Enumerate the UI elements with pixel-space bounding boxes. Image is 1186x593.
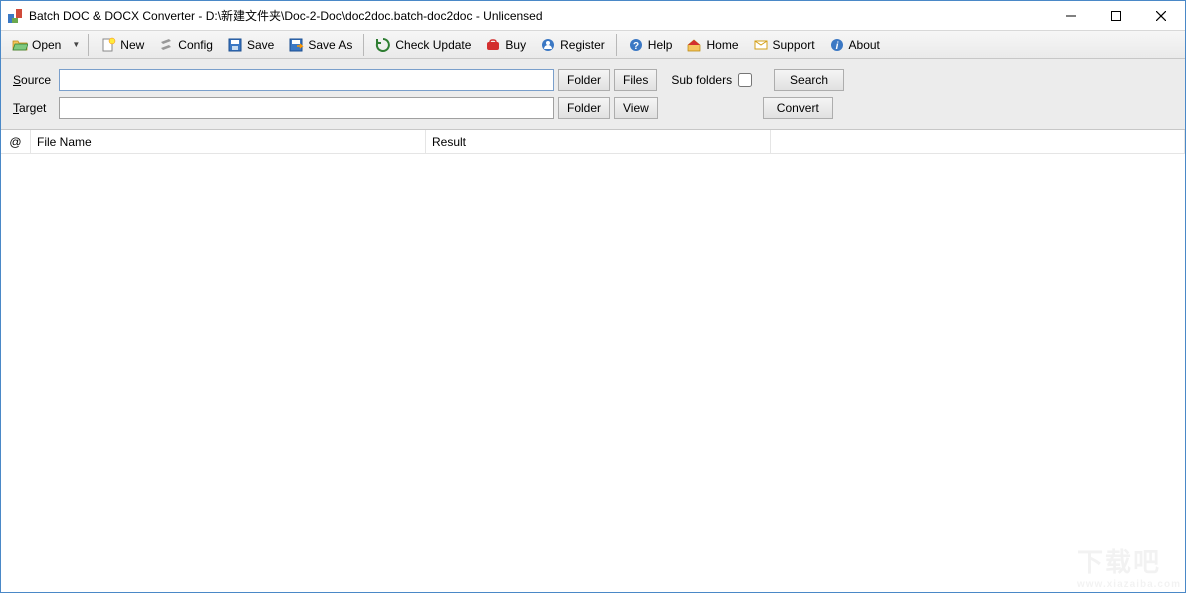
separator [363, 34, 364, 56]
check-update-label: Check Update [395, 38, 471, 52]
convert-button[interactable]: Convert [763, 97, 833, 119]
support-label: Support [773, 38, 815, 52]
home-icon [686, 37, 702, 53]
watermark: 下载吧 www.xiazaiba.com [1077, 542, 1181, 590]
window-title: Batch DOC & DOCX Converter - D:\新建文件夹\Do… [29, 7, 543, 24]
config-label: Config [178, 38, 213, 52]
separator [616, 34, 617, 56]
io-panel: Source Folder Files Sub folders Search T… [1, 59, 1185, 130]
minimize-button[interactable] [1048, 1, 1093, 30]
save-button[interactable]: Save [220, 33, 281, 57]
open-button[interactable]: Open [5, 33, 68, 57]
register-button[interactable]: Register [533, 33, 612, 57]
save-icon [227, 37, 243, 53]
update-icon [375, 37, 391, 53]
close-button[interactable] [1138, 1, 1183, 30]
about-button[interactable]: i About [822, 33, 887, 57]
target-row: Target Folder View Convert [13, 97, 1173, 119]
new-label: New [120, 38, 144, 52]
source-label: Source [13, 73, 55, 87]
help-button[interactable]: ? Help [621, 33, 680, 57]
config-icon [158, 37, 174, 53]
check-update-button[interactable]: Check Update [368, 33, 478, 57]
register-icon [540, 37, 556, 53]
sub-folders-checkbox[interactable] [738, 73, 752, 87]
register-label: Register [560, 38, 605, 52]
buy-icon [485, 37, 501, 53]
help-label: Help [648, 38, 673, 52]
home-label: Home [706, 38, 738, 52]
source-files-button[interactable]: Files [614, 69, 657, 91]
open-dropdown[interactable]: ▼ [68, 40, 84, 49]
column-spacer [771, 130, 1185, 153]
folder-open-icon [12, 37, 28, 53]
column-file-name[interactable]: File Name [31, 130, 426, 153]
column-result[interactable]: Result [426, 130, 771, 153]
svg-text:i: i [835, 41, 838, 52]
target-view-button[interactable]: View [614, 97, 658, 119]
maximize-button[interactable] [1093, 1, 1138, 30]
title-bar: Batch DOC & DOCX Converter - D:\新建文件夹\Do… [1, 1, 1185, 31]
open-label: Open [32, 38, 61, 52]
app-window: Batch DOC & DOCX Converter - D:\新建文件夹\Do… [0, 0, 1186, 593]
new-file-icon [100, 37, 116, 53]
source-input[interactable] [59, 69, 554, 91]
target-input[interactable] [59, 97, 554, 119]
target-folder-button[interactable]: Folder [558, 97, 610, 119]
target-label: Target [13, 101, 55, 115]
list-header: @ File Name Result [1, 130, 1185, 154]
save-as-button[interactable]: Save As [281, 33, 359, 57]
toolbar: Open ▼ New Config Save Save As Check Upd… [1, 31, 1185, 59]
column-at[interactable]: @ [1, 130, 31, 153]
source-row: Source Folder Files Sub folders Search [13, 69, 1173, 91]
separator [88, 34, 89, 56]
search-button[interactable]: Search [774, 69, 844, 91]
new-button[interactable]: New [93, 33, 151, 57]
app-icon [7, 8, 23, 24]
file-list[interactable]: 下载吧 www.xiazaiba.com [1, 154, 1185, 592]
save-label: Save [247, 38, 274, 52]
about-label: About [849, 38, 880, 52]
save-as-label: Save As [308, 38, 352, 52]
buy-label: Buy [505, 38, 526, 52]
home-button[interactable]: Home [679, 33, 745, 57]
save-as-icon [288, 37, 304, 53]
buy-button[interactable]: Buy [478, 33, 533, 57]
svg-text:?: ? [633, 41, 639, 52]
config-button[interactable]: Config [151, 33, 220, 57]
support-icon [753, 37, 769, 53]
about-icon: i [829, 37, 845, 53]
sub-folders-label: Sub folders [671, 73, 732, 87]
source-folder-button[interactable]: Folder [558, 69, 610, 91]
support-button[interactable]: Support [746, 33, 822, 57]
help-icon: ? [628, 37, 644, 53]
